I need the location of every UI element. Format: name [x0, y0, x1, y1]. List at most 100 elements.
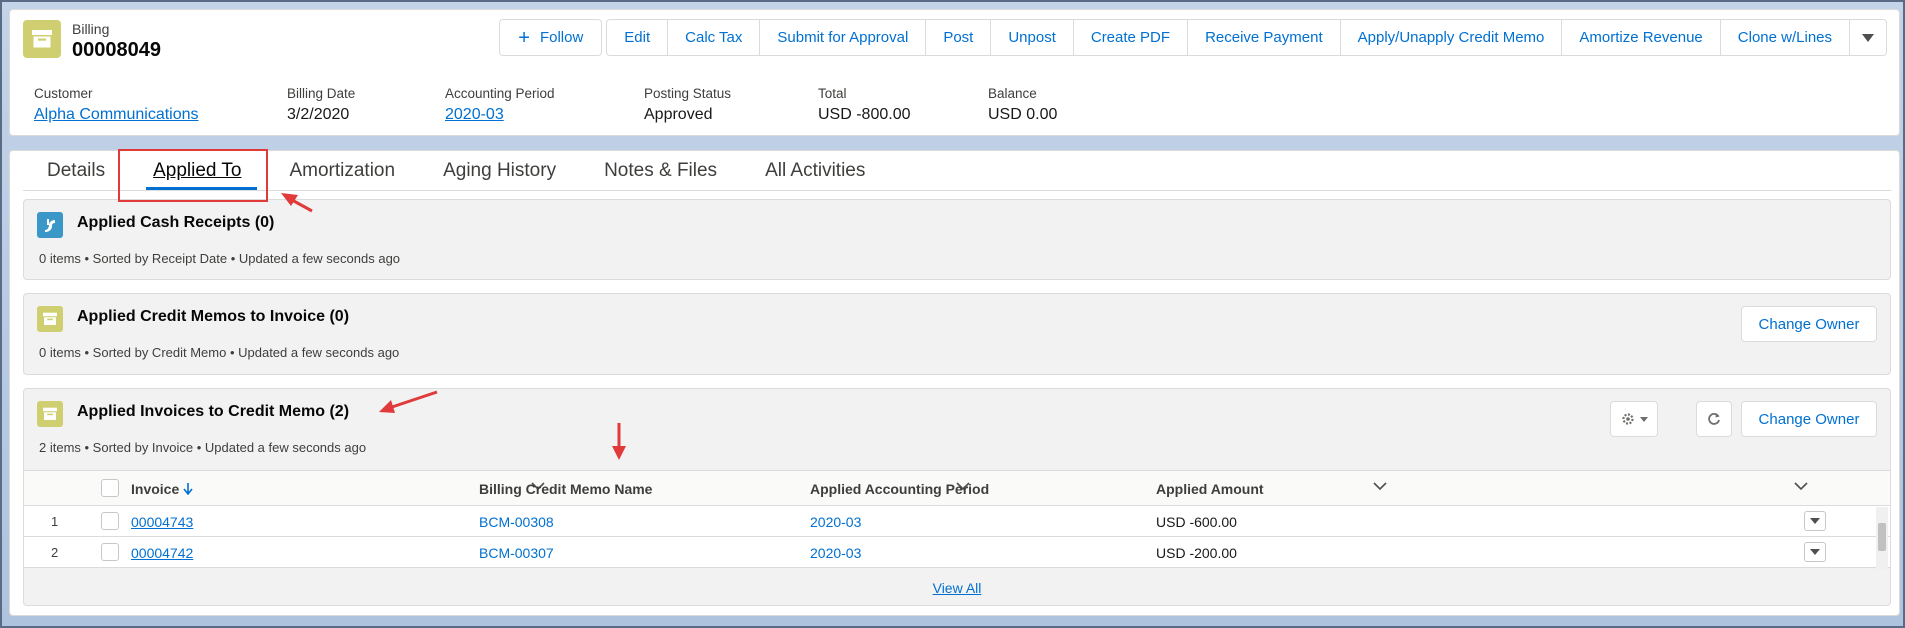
highlights-panel: Customer Alpha Communications Billing Da…: [34, 86, 1138, 124]
row-number: 2: [51, 545, 59, 560]
follow-label: Follow: [539, 29, 584, 46]
column-header-accounting-period[interactable]: Applied Accounting Period: [810, 471, 989, 507]
billing-record-icon: [23, 20, 61, 58]
accounting-period-link[interactable]: 2020-03: [810, 537, 861, 568]
accounting-period-link[interactable]: 2020-03: [445, 106, 644, 124]
credit-memo-link[interactable]: BCM-00307: [479, 537, 554, 568]
highlight-label: Total: [818, 86, 847, 101]
column-header-memo-name[interactable]: Billing Credit Memo Name: [479, 471, 652, 507]
related-list-invoices-to-credit-memo: Applied Invoices to Credit Memo (2) 2 it…: [23, 388, 1891, 606]
chevron-down-icon: [1810, 518, 1820, 524]
highlight-customer: Customer Alpha Communications: [34, 86, 287, 124]
edit-button[interactable]: Edit: [606, 19, 669, 56]
column-label: Invoice: [131, 481, 180, 497]
action-bar: + Follow Edit Calc Tax Submit for Approv…: [499, 19, 1887, 56]
plus-icon: +: [518, 26, 530, 49]
row-checkbox[interactable]: [101, 512, 119, 530]
highlight-value: Approved: [644, 106, 713, 123]
credit-memo-link[interactable]: BCM-00308: [479, 506, 554, 537]
change-owner-button[interactable]: Change Owner: [1741, 401, 1877, 437]
tab-bar: Details Applied To Amortization Aging Hi…: [23, 151, 1891, 191]
table-row: 1 00004743 BCM-00308 2020-03 USD -600.00: [24, 506, 1890, 537]
invoice-link[interactable]: 00004743: [131, 506, 193, 537]
related-list-title[interactable]: Applied Credit Memos to Invoice (0): [77, 308, 349, 326]
applied-amount: USD -600.00: [1156, 513, 1237, 530]
receive-payment-button[interactable]: Receive Payment: [1187, 19, 1341, 56]
highlight-label: Customer: [34, 86, 93, 101]
list-settings-button[interactable]: [1610, 401, 1658, 437]
amortize-revenue-button[interactable]: Amortize Revenue: [1561, 19, 1721, 56]
highlight-balance: Balance USD 0.00: [988, 86, 1138, 124]
view-all-link[interactable]: View All: [24, 569, 1890, 607]
highlight-label: Accounting Period: [445, 86, 555, 101]
chevron-down-icon[interactable]: [1373, 479, 1387, 494]
record-type-label: Billing: [72, 21, 110, 37]
applied-amount: USD -200.00: [1156, 544, 1237, 561]
post-button[interactable]: Post: [925, 19, 992, 56]
tab-aging-history[interactable]: Aging History: [443, 151, 556, 191]
refresh-icon: [1708, 413, 1720, 425]
tab-details[interactable]: Details: [47, 151, 105, 191]
row-actions-button[interactable]: [1804, 542, 1826, 562]
apply-unapply-credit-memo-button[interactable]: Apply/Unapply Credit Memo: [1339, 19, 1563, 56]
chevron-down-icon: [1639, 416, 1648, 422]
calc-tax-button[interactable]: Calc Tax: [667, 19, 761, 56]
related-list-status: 0 items • Sorted by Credit Memo • Update…: [39, 345, 400, 360]
tab-notes-files[interactable]: Notes & Files: [604, 151, 717, 191]
accounting-period-link[interactable]: 2020-03: [810, 506, 861, 537]
gear-icon: [1621, 413, 1634, 425]
table-header: Invoice Billing Credit Memo Name Applied…: [24, 470, 1890, 506]
billing-icon: [37, 306, 63, 332]
scrollbar-thumb[interactable]: [1878, 523, 1886, 551]
row-actions-button[interactable]: [1804, 511, 1826, 531]
column-header-applied-amount[interactable]: Applied Amount: [1156, 471, 1264, 507]
highlight-posting-status: Posting Status Approved: [644, 86, 818, 124]
highlight-label: Posting Status: [644, 86, 732, 101]
related-list-status: 0 items • Sorted by Receipt Date • Updat…: [39, 251, 401, 266]
sort-arrow-down-icon: [183, 483, 193, 495]
related-list-cash-receipts: Applied Cash Receipts (0) 0 items • Sort…: [23, 199, 1891, 280]
highlight-value: USD -800.00: [818, 106, 911, 123]
table-scrollbar[interactable]: [1876, 507, 1888, 570]
row-checkbox[interactable]: [101, 543, 119, 561]
row-number: 1: [51, 514, 59, 529]
change-owner-button[interactable]: Change Owner: [1741, 306, 1877, 342]
customer-link[interactable]: Alpha Communications: [34, 106, 287, 124]
highlight-accounting-period: Accounting Period 2020-03: [445, 86, 644, 124]
highlight-label: Billing Date: [287, 86, 356, 101]
more-actions-button[interactable]: [1849, 19, 1887, 56]
highlight-billing-date: Billing Date 3/2/2020: [287, 86, 445, 124]
unpost-button[interactable]: Unpost: [990, 19, 1074, 56]
tab-amortization[interactable]: Amortization: [289, 151, 395, 191]
related-list-title[interactable]: Applied Invoices to Credit Memo (2): [77, 403, 349, 421]
chevron-down-icon: [1862, 33, 1874, 42]
highlight-total: Total USD -800.00: [818, 86, 988, 124]
related-list-title[interactable]: Applied Cash Receipts (0): [77, 214, 274, 232]
invoice-link[interactable]: 00004742: [131, 537, 193, 568]
column-header-invoice[interactable]: Invoice: [131, 471, 193, 507]
tabset-card: Details Applied To Amortization Aging Hi…: [9, 150, 1900, 616]
app-frame: Billing 00008049 + Follow Edit Calc Tax …: [0, 0, 1905, 628]
clone-with-lines-button[interactable]: Clone w/Lines: [1719, 19, 1850, 56]
related-list-credit-memos-to-invoice: Applied Credit Memos to Invoice (0) 0 it…: [23, 293, 1891, 375]
record-header: Billing 00008049 + Follow Edit Calc Tax …: [9, 9, 1900, 136]
follow-button[interactable]: + Follow: [499, 19, 603, 56]
submit-for-approval-button[interactable]: Submit for Approval: [759, 19, 927, 56]
refresh-button[interactable]: [1696, 401, 1732, 437]
record-name: 00008049: [72, 39, 161, 61]
select-all-checkbox[interactable]: [101, 479, 119, 497]
billing-icon: [37, 401, 63, 427]
highlight-label: Balance: [988, 86, 1037, 101]
create-pdf-button[interactable]: Create PDF: [1072, 19, 1189, 56]
chevron-down-icon: [1810, 549, 1820, 555]
cash-receipt-icon: [37, 212, 63, 238]
related-list-status: 2 items • Sorted by Invoice • Updated a …: [39, 440, 367, 455]
highlight-value: 3/2/2020: [287, 106, 350, 123]
table-row: 2 00004742 BCM-00307 2020-03 USD -200.00: [24, 537, 1890, 568]
tab-applied-to[interactable]: Applied To: [146, 151, 258, 191]
action-button-group: Edit Calc Tax Submit for Approval Post U…: [606, 19, 1887, 56]
chevron-down-icon[interactable]: [1794, 479, 1808, 494]
invoices-table: Invoice Billing Credit Memo Name Applied…: [24, 470, 1890, 596]
tab-all-activities[interactable]: All Activities: [765, 151, 865, 191]
highlight-value: USD 0.00: [988, 106, 1058, 123]
